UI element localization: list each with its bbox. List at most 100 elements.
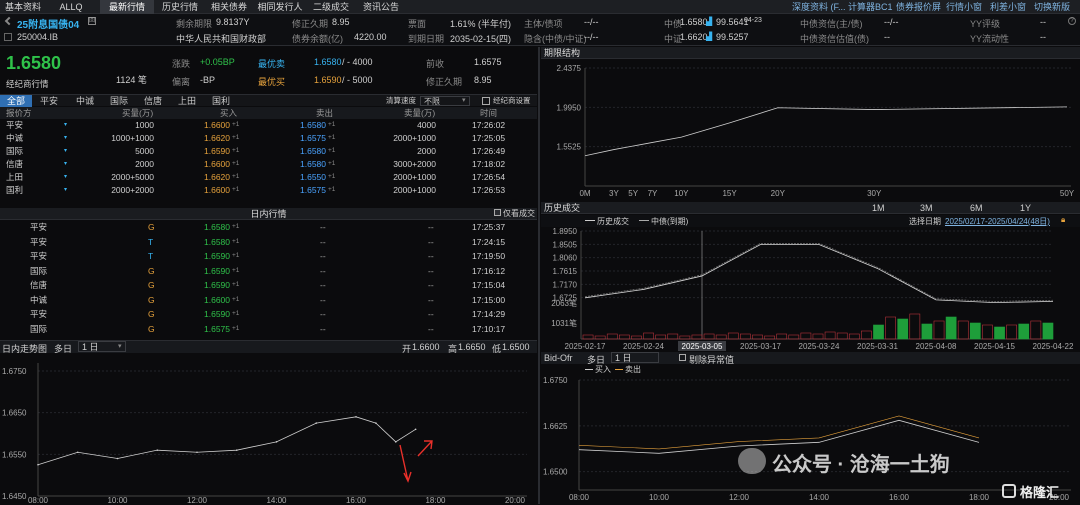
chart-icon[interactable]: ▟ xyxy=(706,32,712,41)
rating-main-label: 主体/债项 xyxy=(524,19,563,29)
cell-time: 17:19:50 xyxy=(472,251,506,261)
broker-tab-zhongcheng[interactable]: 中诚 xyxy=(76,95,94,107)
link-quote-window[interactable]: 行情小窗 xyxy=(946,0,982,14)
x-tick-label: 10Y xyxy=(674,189,689,198)
cell-time: 17:25:37 xyxy=(472,222,506,232)
range-buttons: 1M 3M 6M 1Y xyxy=(868,202,1080,214)
x-tick-label: 08:00 xyxy=(569,493,590,502)
intraday-table: 平安 G 1.6580 +1 -- -- 17:25:37 平安 T 1.6580 +1 -- -- 17… xyxy=(0,221,537,339)
history-cb-line xyxy=(584,242,1054,302)
bond-code: 250004.IB xyxy=(17,32,59,42)
table-row[interactable]: 平安 ▾ 1000 1.6600 +1 1.6580 +1 4000 17:26:02 xyxy=(0,119,537,131)
range-3m[interactable]: 3M xyxy=(920,203,933,213)
cell-time: 17:15:04 xyxy=(472,280,506,290)
link-switch-new[interactable]: 切换新版F5 xyxy=(1034,0,1080,26)
history-title-text: 历史成交 xyxy=(544,203,581,213)
volume-bar xyxy=(800,332,812,340)
volume-bar xyxy=(933,320,945,340)
cell-ask-vol: 2000+1000 xyxy=(393,185,436,195)
back-icon[interactable] xyxy=(4,16,14,26)
cell-type: G xyxy=(148,222,155,232)
maturity-label: 到期日期 xyxy=(408,34,445,44)
tab-basic[interactable]: 基本资料 xyxy=(0,0,46,14)
table-row[interactable]: 信唐 ▾ 2000 1.6600 +1 1.6580 +1 3000+2000 17:18:02 xyxy=(0,158,537,170)
volume-bar xyxy=(982,324,993,340)
broker-tab-guoli[interactable]: 国利 xyxy=(212,95,230,107)
cell-bid: 1.6600 xyxy=(204,120,230,130)
tab-latest[interactable]: 最新行情 xyxy=(100,0,154,14)
cell-quoter: 国际 xyxy=(6,146,24,156)
issuer: 中华人民共和国财政部 xyxy=(176,34,267,44)
table-row[interactable]: 国利 ▾ 2000+2000 1.6600 +1 1.6575 +1 2000+1000 17:… xyxy=(0,184,537,196)
link-calculator[interactable]: 计算器BC1 xyxy=(848,0,893,14)
list-item: 国际 G 1.6575 +1 -- -- 17:10:17 xyxy=(0,323,537,335)
bidofr-period-select[interactable]: 1 日 xyxy=(611,352,659,363)
broker-tab-xintang[interactable]: 信唐 xyxy=(144,95,162,107)
cell-quoter: 上田 xyxy=(6,172,24,182)
cell-dash2: -- xyxy=(428,323,434,334)
prev-close: 1.6575 xyxy=(474,57,502,67)
data-point xyxy=(37,463,39,466)
data-point xyxy=(196,451,198,454)
last-price: 1.6580 xyxy=(6,53,62,73)
intraday-title-text: 日内行情 xyxy=(250,209,287,219)
broker-tab-shangtian[interactable]: 上田 xyxy=(178,95,196,107)
volume-bar xyxy=(873,324,884,340)
tab-related[interactable]: 相关债券 xyxy=(206,0,252,14)
cell-bid-count: +1 xyxy=(232,160,240,167)
data-point xyxy=(414,428,417,431)
broker-tab-guoji[interactable]: 国际 xyxy=(110,95,128,107)
table-row[interactable]: 国际 ▾ 5000 1.6590 +1 1.6580 +1 2000 17:26:49 xyxy=(0,145,537,157)
cell-price: 1.6590 xyxy=(204,265,230,276)
tab-history[interactable]: 历史行情 xyxy=(156,0,204,14)
link-deep-data[interactable]: 深度资料 (F... xyxy=(792,0,846,14)
range-1m[interactable]: 1M xyxy=(872,203,885,213)
bidofr-title: Bid-Ofr xyxy=(544,353,573,363)
range-1y[interactable]: 1Y xyxy=(1020,203,1031,213)
help-icon[interactable]: ? xyxy=(1068,17,1076,25)
best-bid-vol: / - 4000 xyxy=(342,57,373,67)
change-value: +0.05BP xyxy=(200,57,235,67)
cell-broker: 国际 xyxy=(30,323,48,334)
remove-abnormal-checkbox[interactable] xyxy=(679,354,686,361)
deviation-label: 偏离 xyxy=(172,77,191,87)
tab-allq[interactable]: ALLQ xyxy=(46,0,96,14)
table-row[interactable]: 上田 ▾ 2000+5000 1.6620 +1 1.6550 +1 2000+1000 17:… xyxy=(0,171,537,183)
range-6m[interactable]: 6M xyxy=(970,203,983,213)
volume-bar xyxy=(945,316,957,340)
tab-secondary[interactable]: 二级成交 xyxy=(308,0,354,14)
cell-dash2: -- xyxy=(428,280,434,290)
cell-time: 17:16:12 xyxy=(472,265,506,276)
cell-dash2: -- xyxy=(428,309,434,319)
date-range[interactable]: 2025/02/17-2025/04/24(48日) xyxy=(945,216,1050,227)
badge: 回 xyxy=(88,17,96,25)
broker-tab-pingan[interactable]: 平安 xyxy=(40,95,58,107)
cell-bid: 1.6590 xyxy=(204,146,230,156)
chart-icon[interactable]: ▟ xyxy=(706,17,712,26)
rating-implied: --/-- xyxy=(584,32,599,42)
broker-setting[interactable]: 经纪商设置 xyxy=(493,95,531,107)
broker-tab-all[interactable]: 全部 xyxy=(0,95,32,107)
link-spread-window[interactable]: 利差小窗 xyxy=(990,0,1026,14)
gear-icon[interactable] xyxy=(482,97,490,105)
cell-broker: 国际 xyxy=(30,265,48,276)
cell-ask-vol: 2000+1000 xyxy=(393,172,436,182)
cell-type: G xyxy=(148,280,155,290)
tab-same-issuer[interactable]: 相同发行人 xyxy=(254,0,306,14)
volume-bar xyxy=(1042,322,1054,340)
lock-icon[interactable]: 🔒︎ xyxy=(1061,215,1065,225)
bidofr-header: Bid-Ofr 多日 1 日 剔除异常值 xyxy=(541,352,1080,365)
col-bid: 买入 xyxy=(220,108,238,118)
add-icon[interactable] xyxy=(4,33,12,41)
intraday-chart: 1.67501.66501.65501.6450 08:00 10:00 12:00 1… xyxy=(2,363,527,505)
x-tick-label: 3Y xyxy=(609,189,619,198)
cell-time: 17:25:05 xyxy=(472,133,506,143)
tab-news[interactable]: 资讯公告 xyxy=(358,0,404,14)
only-deal-checkbox[interactable] xyxy=(494,209,501,216)
volume-bar xyxy=(582,334,594,340)
link-quote-screen[interactable]: 债券报价屏 xyxy=(896,0,941,14)
table-row[interactable]: 中诚 ▾ 1000+1000 1.6620 +1 1.6575 +1 2000+1000 17:… xyxy=(0,132,537,144)
expand-icon: ▾ xyxy=(64,122,68,128)
cell-broker: 中诚 xyxy=(30,294,48,305)
y-tick-label: 1.6650 xyxy=(2,409,27,418)
